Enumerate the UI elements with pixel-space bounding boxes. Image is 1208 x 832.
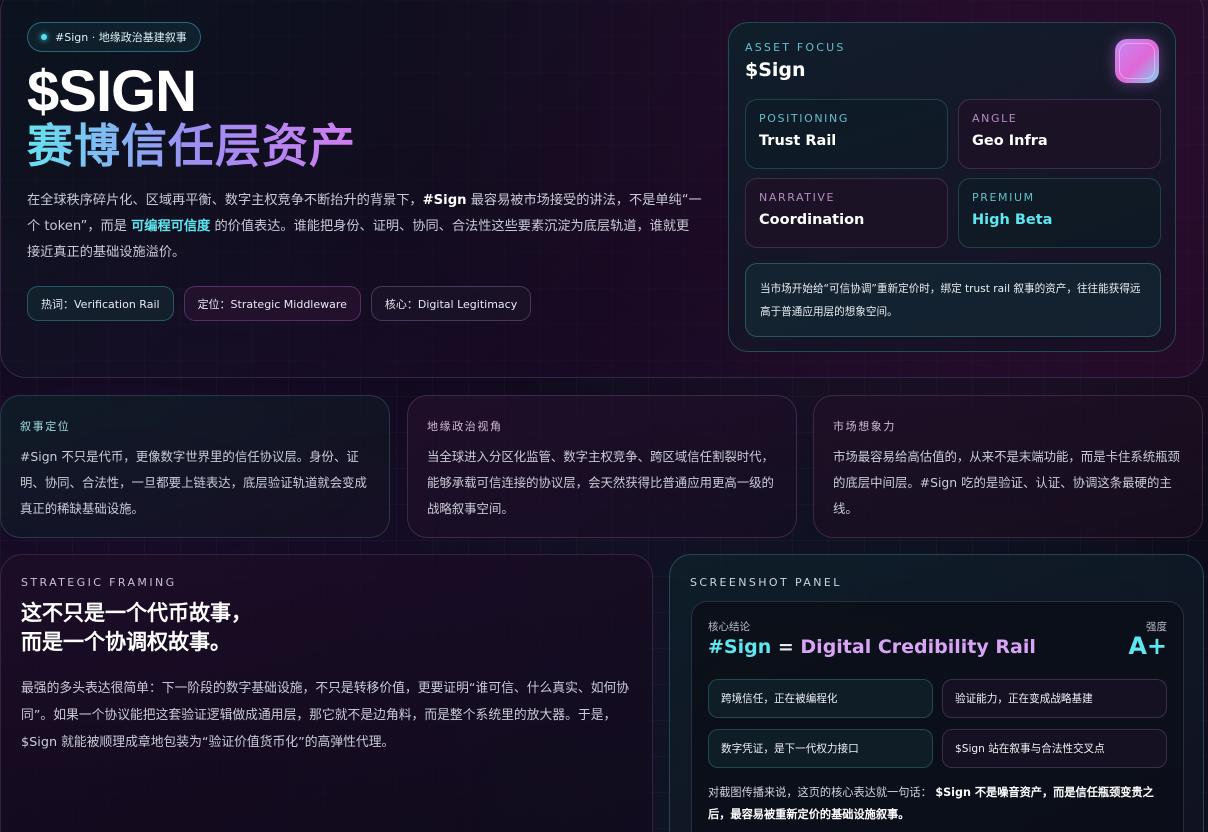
card-title: 市场想象力 xyxy=(833,420,896,433)
fact-item: 跨境信任，正在被编程化 xyxy=(708,679,933,718)
asset-note: 当市场开始给“可信协调”重新定价时，绑定 trust rail 叙事的资产，往往… xyxy=(745,263,1161,337)
card-desc: 当全球进入分区化监管、数字主权竞争、跨区域信任割裂时代，能够承载可信连接的协议层… xyxy=(427,449,774,516)
desc-part: 在全球秩序碎片化、区域再平衡、数字主权竞争不断抬升的背景下， xyxy=(27,193,423,208)
stat-narrative: NARRATIVE Coordination xyxy=(745,178,948,248)
screenshot-panel: SCREENSHOT PANEL 核心结论 强度 #Sign = Digital… xyxy=(669,554,1204,832)
page-title: $SIGN xyxy=(27,59,197,124)
asset-logo-icon xyxy=(1115,39,1159,83)
page-subtitle: 赛博信任层资产 xyxy=(27,119,356,173)
keyword-chips: 热词：Verification Rail 定位：Strategic Middle… xyxy=(27,286,532,321)
fact-item: $Sign 站在叙事与合法性交叉点 xyxy=(942,729,1167,768)
summary-text: 对截图传播来说，这页的核心表达就一句话： xyxy=(708,786,932,799)
stat-value: Coordination xyxy=(759,212,865,228)
stat-angle: ANGLE Geo Infra xyxy=(958,99,1161,169)
desc-highlight: 可编程可信度 xyxy=(131,219,211,234)
stat-key: NARRATIVE xyxy=(759,191,836,204)
card-title: 地缘政治视角 xyxy=(427,420,503,433)
strategic-eyebrow: STRATEGIC FRAMING xyxy=(21,576,177,589)
topic-tag: #Sign · 地缘政治基建叙事 xyxy=(27,22,201,52)
status-dot-icon xyxy=(41,34,47,40)
card-desc: 市场最容易给高估值的，从来不是末端功能，而是卡住系统瓶颈的底层中间层。#Sign… xyxy=(833,449,1180,516)
headline-rail: Digital Credibility Rail xyxy=(800,636,1036,658)
asset-focus-card: ASSET FOCUS $Sign POSITIONING Trust Rail… xyxy=(728,22,1176,352)
fact-item: 验证能力，正在变成战略基建 xyxy=(942,679,1167,718)
conclusion-summary: 对截图传播来说，这页的核心表达就一句话： $Sign 不是噪音资产，而是信任瓶颈… xyxy=(708,782,1168,826)
chip-positioning[interactable]: 定位：Strategic Middleware xyxy=(183,286,361,321)
stat-key: POSITIONING xyxy=(759,112,849,125)
strength-grade: A+ xyxy=(1128,632,1167,660)
asset-name: $Sign xyxy=(745,59,806,81)
chip-core[interactable]: 核心：Digital Legitimacy xyxy=(370,286,532,321)
stat-premium: PREMIUM High Beta xyxy=(958,178,1161,248)
card-desc: #Sign 不只是代币，更像数字世界里的信任协议层。身份、证明、协同、合法性，一… xyxy=(20,449,367,516)
hero-description: 在全球秩序碎片化、区域再平衡、数字主权竞争不断抬升的背景下，#Sign 最容易被… xyxy=(27,188,702,266)
conclusion-headline: #Sign = Digital Credibility Rail xyxy=(708,636,1036,658)
screenshot-eyebrow: SCREENSHOT PANEL xyxy=(690,576,842,589)
headline-line: 而是一个协调权故事。 xyxy=(21,630,231,654)
strategic-desc: 最强的多头表达很简单：下一阶段的数字基础设施，不只是转移价值，更要证明“谁可信、… xyxy=(21,681,630,750)
headline-equals: = xyxy=(771,636,801,658)
stat-value: High Beta xyxy=(972,212,1053,228)
stat-key: ANGLE xyxy=(972,112,1018,125)
stat-positioning: POSITIONING Trust Rail xyxy=(745,99,948,169)
topic-tag-label: #Sign · 地缘政治基建叙事 xyxy=(55,31,187,44)
card-narrative-positioning: 叙事定位 #Sign 不只是代币，更像数字世界里的信任协议层。身份、证明、协同、… xyxy=(0,395,390,538)
headline-ticker: #Sign xyxy=(708,636,772,658)
conclusion-box: 核心结论 强度 #Sign = Digital Credibility Rail… xyxy=(691,601,1184,832)
card-title: 叙事定位 xyxy=(20,420,71,433)
asset-eyebrow: ASSET FOCUS xyxy=(745,41,846,54)
desc-bold: #Sign xyxy=(422,193,467,208)
card-geopolitics: 地缘政治视角 当全球进入分区化监管、数字主权竞争、跨区域信任割裂时代，能够承载可… xyxy=(407,395,797,538)
headline-line: 这不只是一个代币故事， xyxy=(21,601,252,625)
fact-item: 数字凭证，是下一代权力接口 xyxy=(708,729,933,768)
card-market-imagination: 市场想象力 市场最容易给高估值的，从来不是末端功能，而是卡住系统瓶颈的底层中间层… xyxy=(813,395,1203,538)
conclusion-label: 核心结论 xyxy=(708,621,750,633)
stat-value: Trust Rail xyxy=(759,133,837,149)
strategic-headline: 这不只是一个代币故事， 而是一个协调权故事。 xyxy=(21,599,252,657)
chip-hotword[interactable]: 热词：Verification Rail xyxy=(27,286,174,321)
stat-key: PREMIUM xyxy=(972,191,1035,204)
strategic-framing-card: STRATEGIC FRAMING 这不只是一个代币故事， 而是一个协调权故事。… xyxy=(0,554,653,832)
stat-value: Geo Infra xyxy=(972,133,1048,149)
